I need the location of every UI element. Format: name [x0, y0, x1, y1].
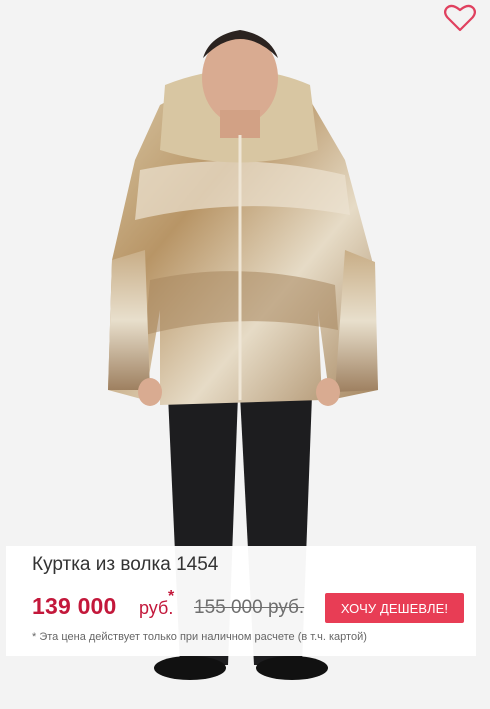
heart-icon[interactable] — [444, 4, 476, 32]
old-price: 155 000 руб. — [194, 597, 305, 618]
current-price: 139 000 — [32, 593, 117, 619]
product-title[interactable]: Куртка из волка 1454 — [32, 554, 218, 576]
price-footnote: * Эта цена действует только при наличном… — [32, 631, 367, 643]
product-info-panel: Куртка из волка 1454 139 000 руб. * 155 … — [6, 546, 476, 656]
want-cheaper-button[interactable]: ХОЧУ ДЕШЕВЛЕ! — [325, 593, 464, 623]
price-asterisk: * — [168, 588, 175, 605]
product-card: Куртка из волка 1454 139 000 руб. * 155 … — [0, 0, 490, 709]
